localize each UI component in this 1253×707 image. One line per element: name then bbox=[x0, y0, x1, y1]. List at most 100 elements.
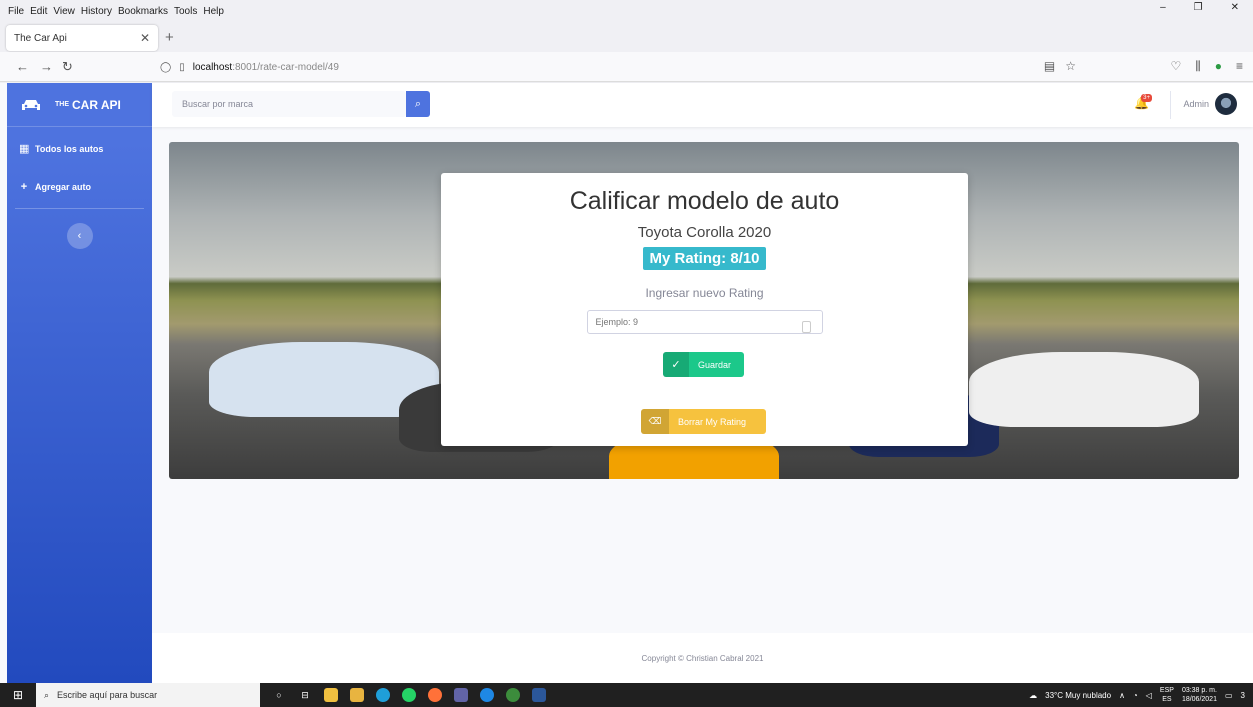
menu-view[interactable]: View bbox=[53, 6, 75, 17]
sidebar-item-todos-los-autos[interactable]: ▦ Todos los autos bbox=[7, 129, 152, 168]
notification-icon[interactable]: ▭ bbox=[1225, 691, 1233, 700]
save-button-label: Guardar bbox=[698, 359, 732, 370]
menu-history[interactable]: History bbox=[81, 6, 112, 17]
language-indicator[interactable]: ESP ES bbox=[1160, 686, 1174, 704]
close-icon[interactable]: ✕ bbox=[1231, 2, 1239, 13]
clock[interactable]: 03:38 p. m. 18/06/2021 bbox=[1182, 686, 1217, 704]
forward-icon[interactable]: → bbox=[40, 59, 53, 74]
vscode-icon[interactable] bbox=[480, 688, 494, 702]
tab-title: The Car Api bbox=[14, 32, 67, 44]
app-viewport: THE CAR API ▦ Todos los autos + Agregar … bbox=[0, 83, 1253, 683]
copyright-text: Copyright © Christian Cabral 2021 bbox=[641, 653, 764, 663]
url-icons: ▤ ☆ bbox=[1044, 59, 1076, 73]
language-bottom: ES bbox=[1162, 696, 1172, 703]
my-rating-badge: My Rating: 8/10 bbox=[643, 247, 766, 270]
brand[interactable]: THE CAR API bbox=[7, 83, 152, 127]
language-top: ESP bbox=[1159, 687, 1174, 694]
table-icon: ▦ bbox=[19, 143, 30, 155]
erase-icon: ⌫ bbox=[641, 409, 669, 434]
tab-close-icon[interactable]: ✕ bbox=[140, 31, 150, 45]
reload-icon[interactable]: ↻ bbox=[62, 59, 73, 75]
taskbar-search-input[interactable]: ⌕ Escribe aquí para buscar bbox=[36, 683, 260, 707]
menu-file[interactable]: File bbox=[8, 6, 24, 17]
system-tray: ☁ 33°C Muy nublado ∧ ◔ ◁ ESP ES 03:38 p.… bbox=[1029, 683, 1245, 707]
search-placeholder: Buscar por marca bbox=[182, 99, 254, 109]
tab-the-car-api[interactable]: The Car Api ✕ bbox=[6, 25, 158, 51]
pocket-icon[interactable]: ♡ bbox=[1170, 59, 1181, 74]
new-tab-icon[interactable]: + bbox=[165, 29, 174, 46]
topbar: Buscar por marca ⌕ 🔔 3+ Admin bbox=[152, 83, 1253, 127]
rating-card: Calificar modelo de auto Toyota Corolla … bbox=[441, 173, 968, 446]
url-bar[interactable]: ◯ ▯ localhost :8001/rate-car-model/49 ▤ … bbox=[150, 55, 1090, 79]
clock-time: 03:38 p. m. bbox=[1181, 687, 1217, 694]
extension-icon[interactable]: ● bbox=[1215, 59, 1222, 74]
chevron-up-icon[interactable]: ∧ bbox=[1119, 691, 1125, 700]
minimize-icon[interactable]: – bbox=[1160, 2, 1166, 13]
brand-prefix: THE bbox=[55, 101, 69, 108]
navigation-bar: ← → ↻ ◯ ▯ localhost :8001/rate-car-model… bbox=[0, 52, 1253, 82]
menu-tools[interactable]: Tools bbox=[174, 6, 197, 17]
firefox-icon[interactable] bbox=[428, 688, 442, 702]
taskbar-search-placeholder: Escribe aquí para buscar bbox=[57, 690, 158, 700]
save-button[interactable]: ✓ Guardar bbox=[663, 352, 744, 377]
car-model-name: Toyota Corolla 2020 bbox=[637, 224, 772, 241]
user-name[interactable]: Admin bbox=[1183, 99, 1209, 109]
url-path: :8001/rate-car-model/49 bbox=[232, 61, 339, 73]
rating-input[interactable] bbox=[586, 310, 823, 334]
car-icon bbox=[22, 99, 40, 110]
menu-help[interactable]: Help bbox=[203, 6, 224, 17]
footer: Copyright © Christian Cabral 2021 bbox=[152, 633, 1253, 683]
file-explorer-icon[interactable] bbox=[350, 688, 364, 702]
toolbar-icons: ♡ ⫼ ● ≡ bbox=[1170, 59, 1243, 74]
topbar-divider bbox=[1170, 91, 1171, 119]
url-host: localhost bbox=[192, 61, 233, 73]
avatar[interactable] bbox=[1215, 93, 1237, 115]
delete-rating-button[interactable]: ⌫ Borrar My Rating bbox=[641, 409, 766, 434]
menu-edit[interactable]: Edit bbox=[30, 6, 47, 17]
sidebar-toggle-button[interactable]: ‹ bbox=[66, 223, 93, 249]
cortana-icon[interactable]: ○ bbox=[272, 688, 286, 702]
alert-count-badge: 3+ bbox=[1141, 94, 1152, 102]
new-rating-label: Ingresar nuevo Rating bbox=[645, 286, 764, 300]
store-icon[interactable] bbox=[324, 688, 338, 702]
whatsapp-icon[interactable] bbox=[402, 688, 416, 702]
library-icon[interactable]: ⫼ bbox=[1195, 59, 1201, 74]
sidebar-item-label: Todos los autos bbox=[35, 143, 104, 154]
chevron-left-icon: ‹ bbox=[77, 230, 82, 242]
back-icon[interactable]: ← bbox=[16, 59, 29, 74]
sidebar-item-agregar-auto[interactable]: + Agregar auto bbox=[7, 168, 152, 206]
brand-name: CAR API bbox=[72, 97, 121, 112]
page-icon: ▯ bbox=[179, 61, 185, 73]
car-image-white-striped-lamborghini bbox=[969, 352, 1199, 427]
search-icon: ⌕ bbox=[414, 97, 422, 110]
search-button[interactable]: ⌕ bbox=[406, 91, 430, 117]
restore-icon[interactable]: ❐ bbox=[1194, 2, 1203, 13]
task-view-icon[interactable]: ⊟ bbox=[298, 688, 312, 702]
teams-icon[interactable] bbox=[454, 688, 468, 702]
windows-start-icon[interactable]: ⊞ bbox=[0, 688, 36, 702]
edge-icon[interactable] bbox=[376, 688, 390, 702]
clock-date: 18/06/2021 bbox=[1181, 696, 1217, 703]
plus-icon: + bbox=[20, 181, 28, 193]
sidebar: THE CAR API ▦ Todos los autos + Agregar … bbox=[7, 83, 152, 683]
window-controls: – ❐ ✕ bbox=[1160, 2, 1245, 13]
weather-text[interactable]: 33°C Muy nublado bbox=[1045, 691, 1111, 700]
volume-icon[interactable]: ◁ bbox=[1146, 691, 1152, 700]
os-taskbar: ⊞ ⌕ Escribe aquí para buscar ○ ⊟ ☁ 33°C … bbox=[0, 683, 1253, 707]
chrome-icon[interactable] bbox=[506, 688, 520, 702]
hamburger-menu-icon[interactable]: ≡ bbox=[1236, 59, 1243, 74]
reader-view-icon[interactable]: ▤ bbox=[1044, 59, 1055, 73]
network-icon[interactable]: ◔ bbox=[1133, 691, 1138, 700]
menu-bookmarks[interactable]: Bookmarks bbox=[118, 6, 168, 17]
taskbar-apps: ○ ⊟ bbox=[272, 688, 546, 702]
word-icon[interactable] bbox=[532, 688, 546, 702]
number-spinner-icon[interactable] bbox=[802, 321, 811, 333]
search-input[interactable]: Buscar por marca bbox=[172, 91, 406, 117]
delete-button-label: Borrar My Rating bbox=[678, 416, 747, 427]
search-icon: ⌕ bbox=[44, 689, 50, 700]
weather-icon: ☁ bbox=[1029, 690, 1038, 700]
bookmark-star-icon[interactable]: ☆ bbox=[1065, 59, 1076, 73]
tab-bar: The Car Api ✕ + bbox=[0, 22, 1253, 52]
sidebar-divider bbox=[15, 208, 144, 209]
browser-menubar: File Edit View History Bookmarks Tools H… bbox=[0, 0, 1253, 22]
